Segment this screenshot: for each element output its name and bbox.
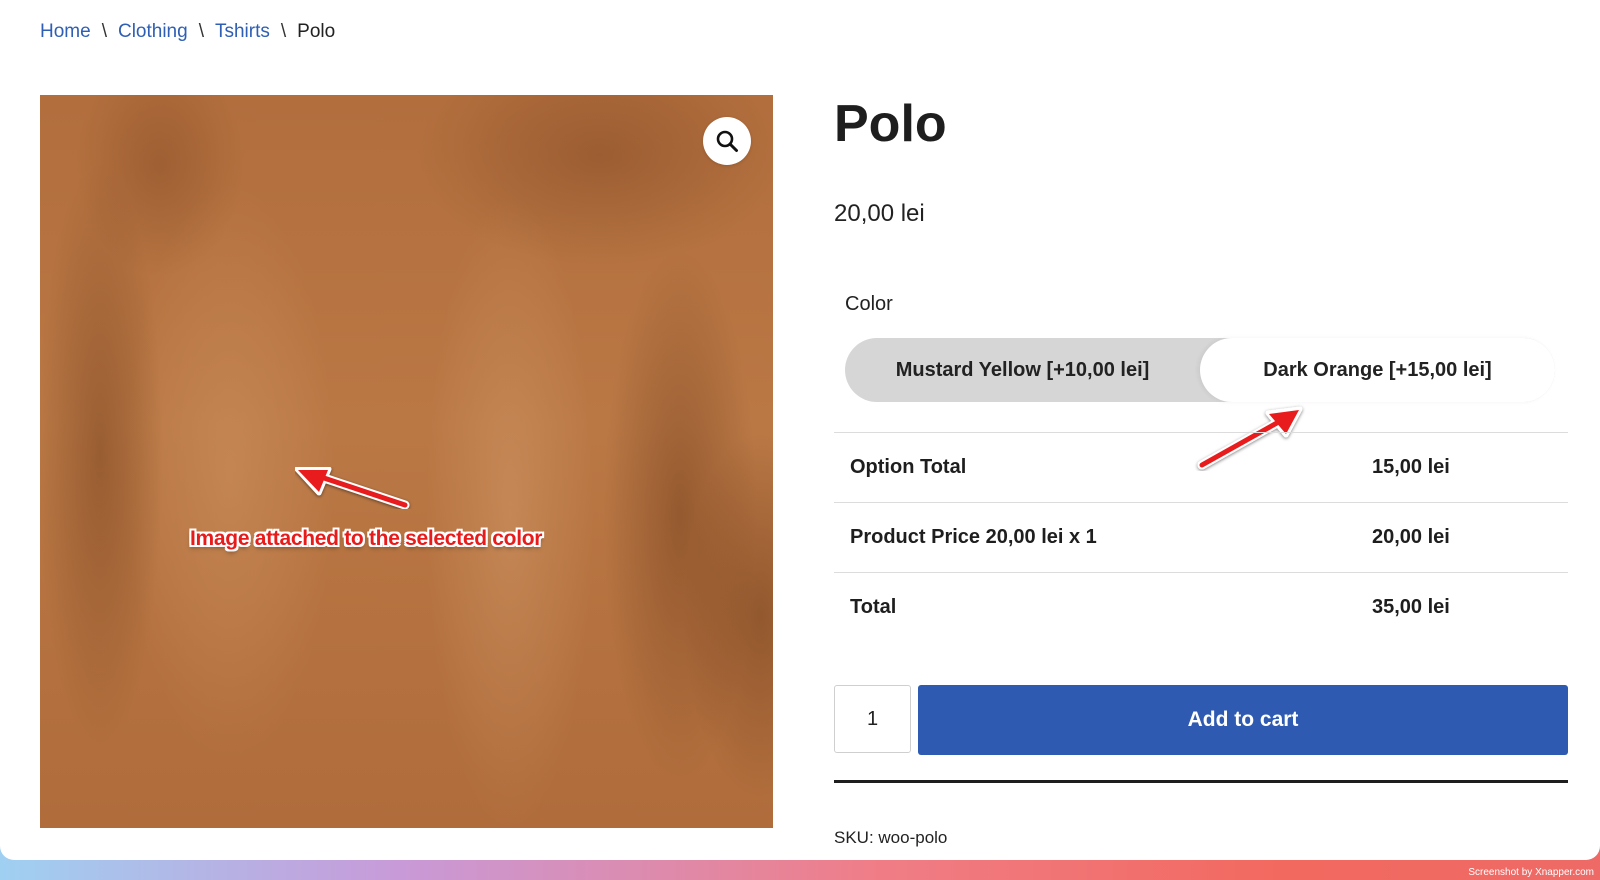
product-summary: Polo 20,00 lei Color Mustard Yellow [+10… <box>834 95 1568 847</box>
grand-total-value: 35,00 lei <box>1356 572 1568 642</box>
product-price-label: Product Price 20,00 lei x 1 <box>834 502 1356 573</box>
product-image[interactable]: Image attached to the selected color <box>40 95 773 828</box>
divider <box>834 780 1568 783</box>
breadcrumb-separator: \ <box>101 21 107 42</box>
color-swatch-group: Mustard Yellow [+10,00 lei] Dark Orange … <box>845 338 1555 402</box>
breadcrumb-separator: \ <box>198 21 204 42</box>
swatch-dark-orange[interactable]: Dark Orange [+15,00 lei] <box>1200 338 1555 402</box>
grand-total-label: Total <box>834 572 1356 642</box>
quantity-input[interactable] <box>834 685 911 753</box>
breadcrumb: Home \ Clothing \ Tshirts \ Polo <box>40 21 335 43</box>
option-total-value: 15,00 lei <box>1356 432 1568 503</box>
breadcrumb-link-clothing[interactable]: Clothing <box>118 21 188 43</box>
option-total-label: Option Total <box>834 432 1356 503</box>
product-title: Polo <box>834 95 947 153</box>
table-row: Product Price 20,00 lei x 1 20,00 lei <box>834 502 1568 573</box>
breadcrumb-link-home[interactable]: Home <box>40 21 91 43</box>
swatch-mustard-yellow[interactable]: Mustard Yellow [+10,00 lei] <box>845 338 1200 402</box>
search-icon <box>716 130 738 152</box>
browser-window: Home \ Clothing \ Tshirts \ Polo Image a… <box>0 0 1600 860</box>
breadcrumb-link-tshirts[interactable]: Tshirts <box>215 21 270 43</box>
breadcrumb-separator: \ <box>280 21 287 42</box>
table-row: Option Total 15,00 lei <box>834 432 1568 503</box>
breadcrumb-current: Polo <box>297 21 336 42</box>
zoom-button[interactable] <box>703 117 751 165</box>
product-price: 20,00 lei <box>834 200 925 227</box>
table-row: Total 35,00 lei <box>834 572 1568 642</box>
annotation-label: Image attached to the selected color <box>190 527 543 550</box>
color-label: Color <box>845 293 893 315</box>
annotation-arrow-image <box>295 467 410 510</box>
product-sku: SKU: woo-polo <box>834 828 948 847</box>
add-to-cart-form: Add to cart <box>834 685 1568 755</box>
add-to-cart-button[interactable]: Add to cart <box>918 685 1568 755</box>
watermark: Screenshot by Xnapper.com <box>1468 867 1594 878</box>
price-totals-table: Option Total 15,00 lei Product Price 20,… <box>834 432 1568 642</box>
product-price-value: 20,00 lei <box>1356 502 1568 573</box>
